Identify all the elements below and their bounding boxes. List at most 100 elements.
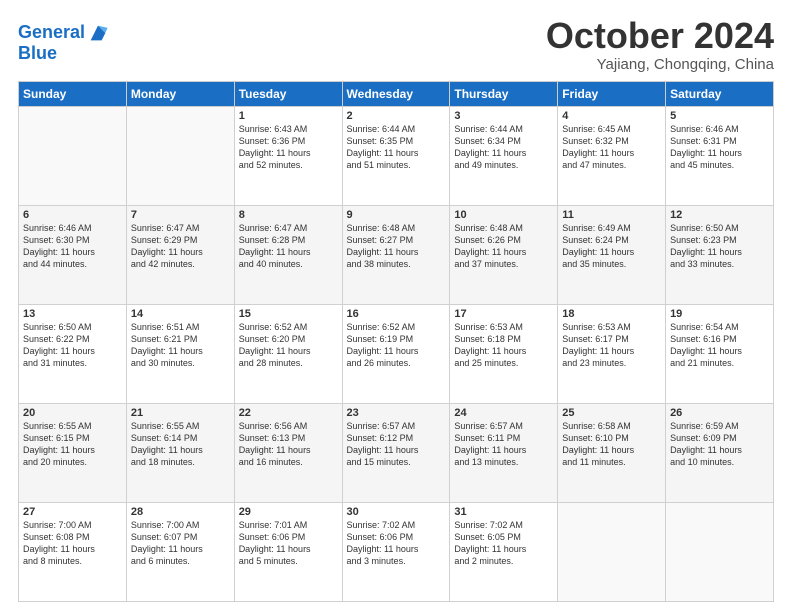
- day-number: 26: [670, 407, 769, 419]
- calendar-cell: 24Sunrise: 6:57 AM Sunset: 6:11 PM Dayli…: [450, 404, 558, 503]
- calendar-cell: 2Sunrise: 6:44 AM Sunset: 6:35 PM Daylig…: [342, 107, 450, 206]
- day-number: 3: [454, 110, 553, 122]
- cell-text: Sunrise: 6:47 AM Sunset: 6:29 PM Dayligh…: [131, 222, 230, 271]
- cell-text: Sunrise: 6:44 AM Sunset: 6:35 PM Dayligh…: [347, 123, 446, 172]
- cell-text: Sunrise: 6:55 AM Sunset: 6:15 PM Dayligh…: [23, 420, 122, 469]
- logo-text-general: General: [18, 23, 85, 43]
- calendar-cell: 28Sunrise: 7:00 AM Sunset: 6:07 PM Dayli…: [126, 503, 234, 602]
- day-number: 23: [347, 407, 446, 419]
- day-number: 16: [347, 308, 446, 320]
- logo-text-blue: Blue: [18, 44, 109, 64]
- cell-text: Sunrise: 7:02 AM Sunset: 6:06 PM Dayligh…: [347, 519, 446, 568]
- day-number: 6: [23, 209, 122, 221]
- calendar-header-tuesday: Tuesday: [234, 82, 342, 107]
- calendar-cell: 27Sunrise: 7:00 AM Sunset: 6:08 PM Dayli…: [19, 503, 127, 602]
- calendar-header-monday: Monday: [126, 82, 234, 107]
- calendar-cell: [666, 503, 774, 602]
- calendar-week-0: 1Sunrise: 6:43 AM Sunset: 6:36 PM Daylig…: [19, 107, 774, 206]
- calendar-cell: 20Sunrise: 6:55 AM Sunset: 6:15 PM Dayli…: [19, 404, 127, 503]
- calendar-cell: 17Sunrise: 6:53 AM Sunset: 6:18 PM Dayli…: [450, 305, 558, 404]
- cell-text: Sunrise: 6:47 AM Sunset: 6:28 PM Dayligh…: [239, 222, 338, 271]
- cell-text: Sunrise: 6:46 AM Sunset: 6:30 PM Dayligh…: [23, 222, 122, 271]
- calendar-header-saturday: Saturday: [666, 82, 774, 107]
- calendar-cell: 3Sunrise: 6:44 AM Sunset: 6:34 PM Daylig…: [450, 107, 558, 206]
- day-number: 25: [562, 407, 661, 419]
- cell-text: Sunrise: 6:59 AM Sunset: 6:09 PM Dayligh…: [670, 420, 769, 469]
- day-number: 30: [347, 506, 446, 518]
- cell-text: Sunrise: 6:54 AM Sunset: 6:16 PM Dayligh…: [670, 321, 769, 370]
- day-number: 9: [347, 209, 446, 221]
- calendar-header-row: SundayMondayTuesdayWednesdayThursdayFrid…: [19, 82, 774, 107]
- cell-text: Sunrise: 6:52 AM Sunset: 6:20 PM Dayligh…: [239, 321, 338, 370]
- cell-text: Sunrise: 6:58 AM Sunset: 6:10 PM Dayligh…: [562, 420, 661, 469]
- day-number: 8: [239, 209, 338, 221]
- cell-text: Sunrise: 6:49 AM Sunset: 6:24 PM Dayligh…: [562, 222, 661, 271]
- calendar-week-2: 13Sunrise: 6:50 AM Sunset: 6:22 PM Dayli…: [19, 305, 774, 404]
- header: General Blue October 2024 Yajiang, Chong…: [18, 18, 774, 73]
- cell-text: Sunrise: 6:43 AM Sunset: 6:36 PM Dayligh…: [239, 123, 338, 172]
- cell-text: Sunrise: 6:57 AM Sunset: 6:12 PM Dayligh…: [347, 420, 446, 469]
- calendar-week-1: 6Sunrise: 6:46 AM Sunset: 6:30 PM Daylig…: [19, 206, 774, 305]
- calendar-header-sunday: Sunday: [19, 82, 127, 107]
- day-number: 12: [670, 209, 769, 221]
- calendar-week-3: 20Sunrise: 6:55 AM Sunset: 6:15 PM Dayli…: [19, 404, 774, 503]
- calendar-cell: 7Sunrise: 6:47 AM Sunset: 6:29 PM Daylig…: [126, 206, 234, 305]
- cell-text: Sunrise: 7:00 AM Sunset: 6:08 PM Dayligh…: [23, 519, 122, 568]
- cell-text: Sunrise: 6:53 AM Sunset: 6:17 PM Dayligh…: [562, 321, 661, 370]
- day-number: 5: [670, 110, 769, 122]
- calendar-header-friday: Friday: [558, 82, 666, 107]
- calendar-cell: 16Sunrise: 6:52 AM Sunset: 6:19 PM Dayli…: [342, 305, 450, 404]
- calendar-cell: 21Sunrise: 6:55 AM Sunset: 6:14 PM Dayli…: [126, 404, 234, 503]
- calendar-cell: 29Sunrise: 7:01 AM Sunset: 6:06 PM Dayli…: [234, 503, 342, 602]
- cell-text: Sunrise: 6:48 AM Sunset: 6:27 PM Dayligh…: [347, 222, 446, 271]
- title-section: October 2024 Yajiang, Chongqing, China: [546, 18, 774, 73]
- calendar-cell: 13Sunrise: 6:50 AM Sunset: 6:22 PM Dayli…: [19, 305, 127, 404]
- calendar-cell: [558, 503, 666, 602]
- day-number: 4: [562, 110, 661, 122]
- calendar-cell: 14Sunrise: 6:51 AM Sunset: 6:21 PM Dayli…: [126, 305, 234, 404]
- calendar-cell: 19Sunrise: 6:54 AM Sunset: 6:16 PM Dayli…: [666, 305, 774, 404]
- cell-text: Sunrise: 6:57 AM Sunset: 6:11 PM Dayligh…: [454, 420, 553, 469]
- calendar-cell: 9Sunrise: 6:48 AM Sunset: 6:27 PM Daylig…: [342, 206, 450, 305]
- calendar-header-wednesday: Wednesday: [342, 82, 450, 107]
- day-number: 13: [23, 308, 122, 320]
- calendar-cell: 23Sunrise: 6:57 AM Sunset: 6:12 PM Dayli…: [342, 404, 450, 503]
- month-title: October 2024: [546, 18, 774, 54]
- calendar-cell: 11Sunrise: 6:49 AM Sunset: 6:24 PM Dayli…: [558, 206, 666, 305]
- calendar-cell: 26Sunrise: 6:59 AM Sunset: 6:09 PM Dayli…: [666, 404, 774, 503]
- logo: General Blue: [18, 22, 109, 64]
- calendar-cell: 30Sunrise: 7:02 AM Sunset: 6:06 PM Dayli…: [342, 503, 450, 602]
- day-number: 10: [454, 209, 553, 221]
- day-number: 31: [454, 506, 553, 518]
- cell-text: Sunrise: 7:01 AM Sunset: 6:06 PM Dayligh…: [239, 519, 338, 568]
- calendar-cell: [19, 107, 127, 206]
- day-number: 24: [454, 407, 553, 419]
- day-number: 14: [131, 308, 230, 320]
- day-number: 18: [562, 308, 661, 320]
- calendar-cell: [126, 107, 234, 206]
- cell-text: Sunrise: 6:48 AM Sunset: 6:26 PM Dayligh…: [454, 222, 553, 271]
- day-number: 15: [239, 308, 338, 320]
- calendar-cell: 25Sunrise: 6:58 AM Sunset: 6:10 PM Dayli…: [558, 404, 666, 503]
- calendar-header-thursday: Thursday: [450, 82, 558, 107]
- calendar-cell: 31Sunrise: 7:02 AM Sunset: 6:05 PM Dayli…: [450, 503, 558, 602]
- page: General Blue October 2024 Yajiang, Chong…: [0, 0, 792, 612]
- cell-text: Sunrise: 6:53 AM Sunset: 6:18 PM Dayligh…: [454, 321, 553, 370]
- calendar-cell: 15Sunrise: 6:52 AM Sunset: 6:20 PM Dayli…: [234, 305, 342, 404]
- logo-icon: [87, 22, 109, 44]
- calendar-cell: 10Sunrise: 6:48 AM Sunset: 6:26 PM Dayli…: [450, 206, 558, 305]
- location: Yajiang, Chongqing, China: [546, 56, 774, 73]
- day-number: 19: [670, 308, 769, 320]
- calendar-cell: 18Sunrise: 6:53 AM Sunset: 6:17 PM Dayli…: [558, 305, 666, 404]
- cell-text: Sunrise: 6:55 AM Sunset: 6:14 PM Dayligh…: [131, 420, 230, 469]
- cell-text: Sunrise: 6:51 AM Sunset: 6:21 PM Dayligh…: [131, 321, 230, 370]
- cell-text: Sunrise: 6:56 AM Sunset: 6:13 PM Dayligh…: [239, 420, 338, 469]
- day-number: 2: [347, 110, 446, 122]
- day-number: 20: [23, 407, 122, 419]
- cell-text: Sunrise: 6:52 AM Sunset: 6:19 PM Dayligh…: [347, 321, 446, 370]
- cell-text: Sunrise: 6:50 AM Sunset: 6:22 PM Dayligh…: [23, 321, 122, 370]
- cell-text: Sunrise: 6:44 AM Sunset: 6:34 PM Dayligh…: [454, 123, 553, 172]
- cell-text: Sunrise: 6:50 AM Sunset: 6:23 PM Dayligh…: [670, 222, 769, 271]
- day-number: 17: [454, 308, 553, 320]
- calendar-cell: 1Sunrise: 6:43 AM Sunset: 6:36 PM Daylig…: [234, 107, 342, 206]
